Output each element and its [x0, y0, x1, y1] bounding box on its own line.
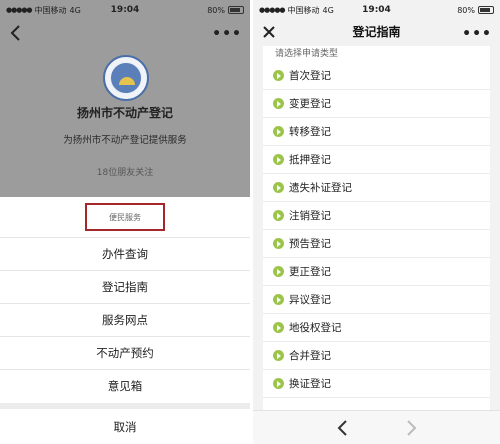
guide-item-label: 合并登记 — [289, 350, 331, 362]
guide-item-label: 变更登记 — [289, 98, 331, 110]
guide-item-merger-registration[interactable]: 合并登记 — [263, 342, 490, 370]
cancel-button[interactable]: 取消 — [0, 409, 250, 444]
guide-item-correction-registration[interactable]: 更正登记 — [263, 258, 490, 286]
account-profile-area: ●●●●● 中国移动 4G 19:04 80% ••• 扬州市不动产登记 为扬州… — [0, 0, 250, 197]
nav-forward-icon[interactable] — [403, 419, 419, 437]
guide-item-label: 遗失补证登记 — [289, 182, 352, 194]
battery-percent: 80% — [457, 5, 475, 15]
play-icon — [273, 294, 284, 305]
play-icon — [273, 98, 284, 109]
battery-icon — [228, 6, 244, 14]
play-icon — [273, 266, 284, 277]
guide-item-advance-notice[interactable]: 预告登记 — [263, 230, 490, 258]
play-icon — [273, 210, 284, 221]
status-bar: ●●●●● 中国移动 4G 19:04 80% — [253, 0, 500, 20]
status-bar: ●●●●● 中国移动 4G 19:04 80% — [0, 0, 250, 20]
play-icon — [273, 378, 284, 389]
list-prompt: 请选择申请类型 — [275, 49, 339, 59]
left-screen: ●●●●● 中国移动 4G 19:04 80% ••• 扬州市不动产登记 为扬州… — [0, 0, 250, 444]
battery-icon — [478, 6, 494, 14]
more-icon[interactable]: ••• — [212, 26, 242, 42]
play-icon — [273, 70, 284, 81]
guide-item-lost-certificate[interactable]: 遗失补证登记 — [263, 174, 490, 202]
play-icon — [273, 350, 284, 361]
followers-count: 18位朋友关注 — [96, 168, 154, 178]
guide-item-certificate-exchange[interactable]: 换证登记 — [263, 370, 490, 398]
guide-item-label: 转移登记 — [289, 126, 331, 138]
action-sheet: 便民服务 办件查询 登记指南 服务网点 不动产预约 意见箱 取消 — [0, 197, 250, 444]
battery-percent: 80% — [207, 5, 225, 15]
account-name: 扬州市不动产登记 — [76, 106, 173, 120]
browser-toolbar — [253, 410, 500, 444]
guide-item-label: 抵押登记 — [289, 154, 331, 166]
menu-item-guide[interactable]: 登记指南 — [0, 270, 250, 303]
guide-item-easement-registration[interactable]: 地役权登记 — [263, 314, 490, 342]
guide-item-label: 注销登记 — [289, 210, 331, 222]
nav-row: ••• — [0, 20, 250, 46]
menu-item-service-points[interactable]: 服务网点 — [0, 303, 250, 336]
menu-item-appointment[interactable]: 不动产预约 — [0, 336, 250, 369]
guide-item-label: 换证登记 — [289, 378, 331, 390]
sheet-header: 便民服务 — [85, 203, 165, 231]
guide-item-mortgage-registration[interactable]: 抵押登记 — [263, 146, 490, 174]
play-icon — [273, 238, 284, 249]
guide-item-label: 异议登记 — [289, 294, 331, 306]
account-logo — [103, 55, 149, 101]
guide-list: 请选择申请类型 首次登记 变更登记 转移登记 抵押登记 遗失补证登记 注销登记 … — [263, 46, 490, 410]
page-header: 登记指南 ••• — [253, 20, 500, 46]
guide-item-objection-registration[interactable]: 异议登记 — [263, 286, 490, 314]
more-icon[interactable]: ••• — [462, 26, 492, 42]
play-icon — [273, 126, 284, 137]
account-description: 为扬州市不动产登记提供服务 — [63, 135, 187, 146]
menu-item-feedback[interactable]: 意见箱 — [0, 369, 250, 402]
guide-item-label: 预告登记 — [289, 238, 331, 250]
guide-item-first-registration[interactable]: 首次登记 — [263, 62, 490, 90]
status-right: 80% — [207, 6, 244, 15]
guide-item-change-registration[interactable]: 变更登记 — [263, 90, 490, 118]
play-icon — [273, 154, 284, 165]
back-icon[interactable] — [8, 24, 24, 42]
guide-item-label: 地役权登记 — [289, 322, 342, 334]
right-screen: ●●●●● 中国移动 4G 19:04 80% 登记指南 ••• 请选择申请类型… — [253, 0, 500, 444]
nav-back-icon[interactable] — [335, 419, 351, 437]
play-icon — [273, 322, 284, 333]
guide-item-label: 更正登记 — [289, 266, 331, 278]
guide-item-transfer-registration[interactable]: 转移登记 — [263, 118, 490, 146]
play-icon — [273, 182, 284, 193]
guide-item-cancellation-registration[interactable]: 注销登记 — [263, 202, 490, 230]
status-right: 80% — [457, 6, 494, 15]
menu-item-query[interactable]: 办件查询 — [0, 237, 250, 270]
guide-item-label: 首次登记 — [289, 70, 331, 82]
